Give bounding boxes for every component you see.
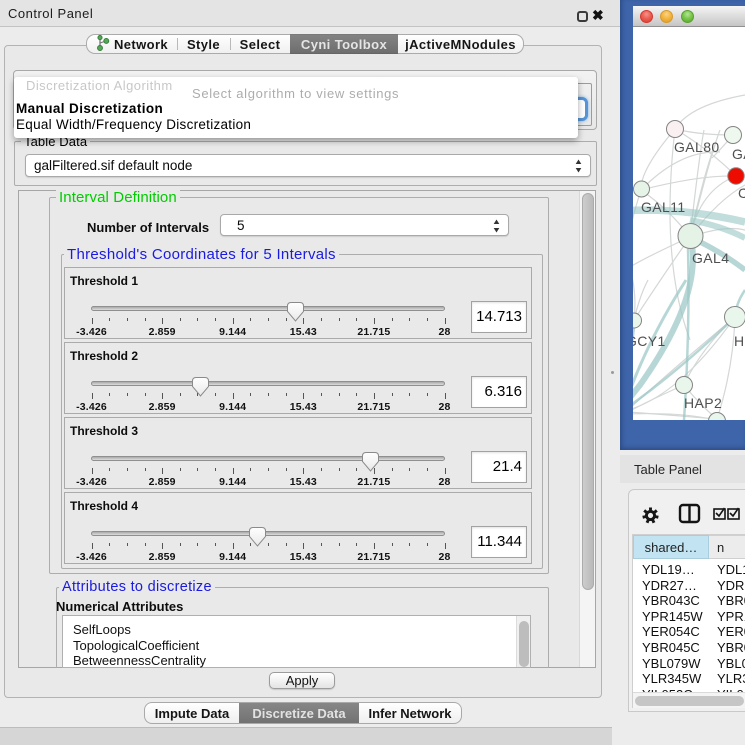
svg-text:GAL4: GAL4 <box>692 250 729 266</box>
svg-text:GA: GA <box>732 146 745 162</box>
svg-text:C: C <box>738 185 745 201</box>
svg-text:HAP2: HAP2 <box>684 395 722 411</box>
svg-text:GAL11: GAL11 <box>641 199 686 215</box>
svg-text:GCY1: GCY1 <box>633 333 666 349</box>
svg-text:H: H <box>734 333 745 349</box>
svg-text:GAL80: GAL80 <box>674 139 720 155</box>
